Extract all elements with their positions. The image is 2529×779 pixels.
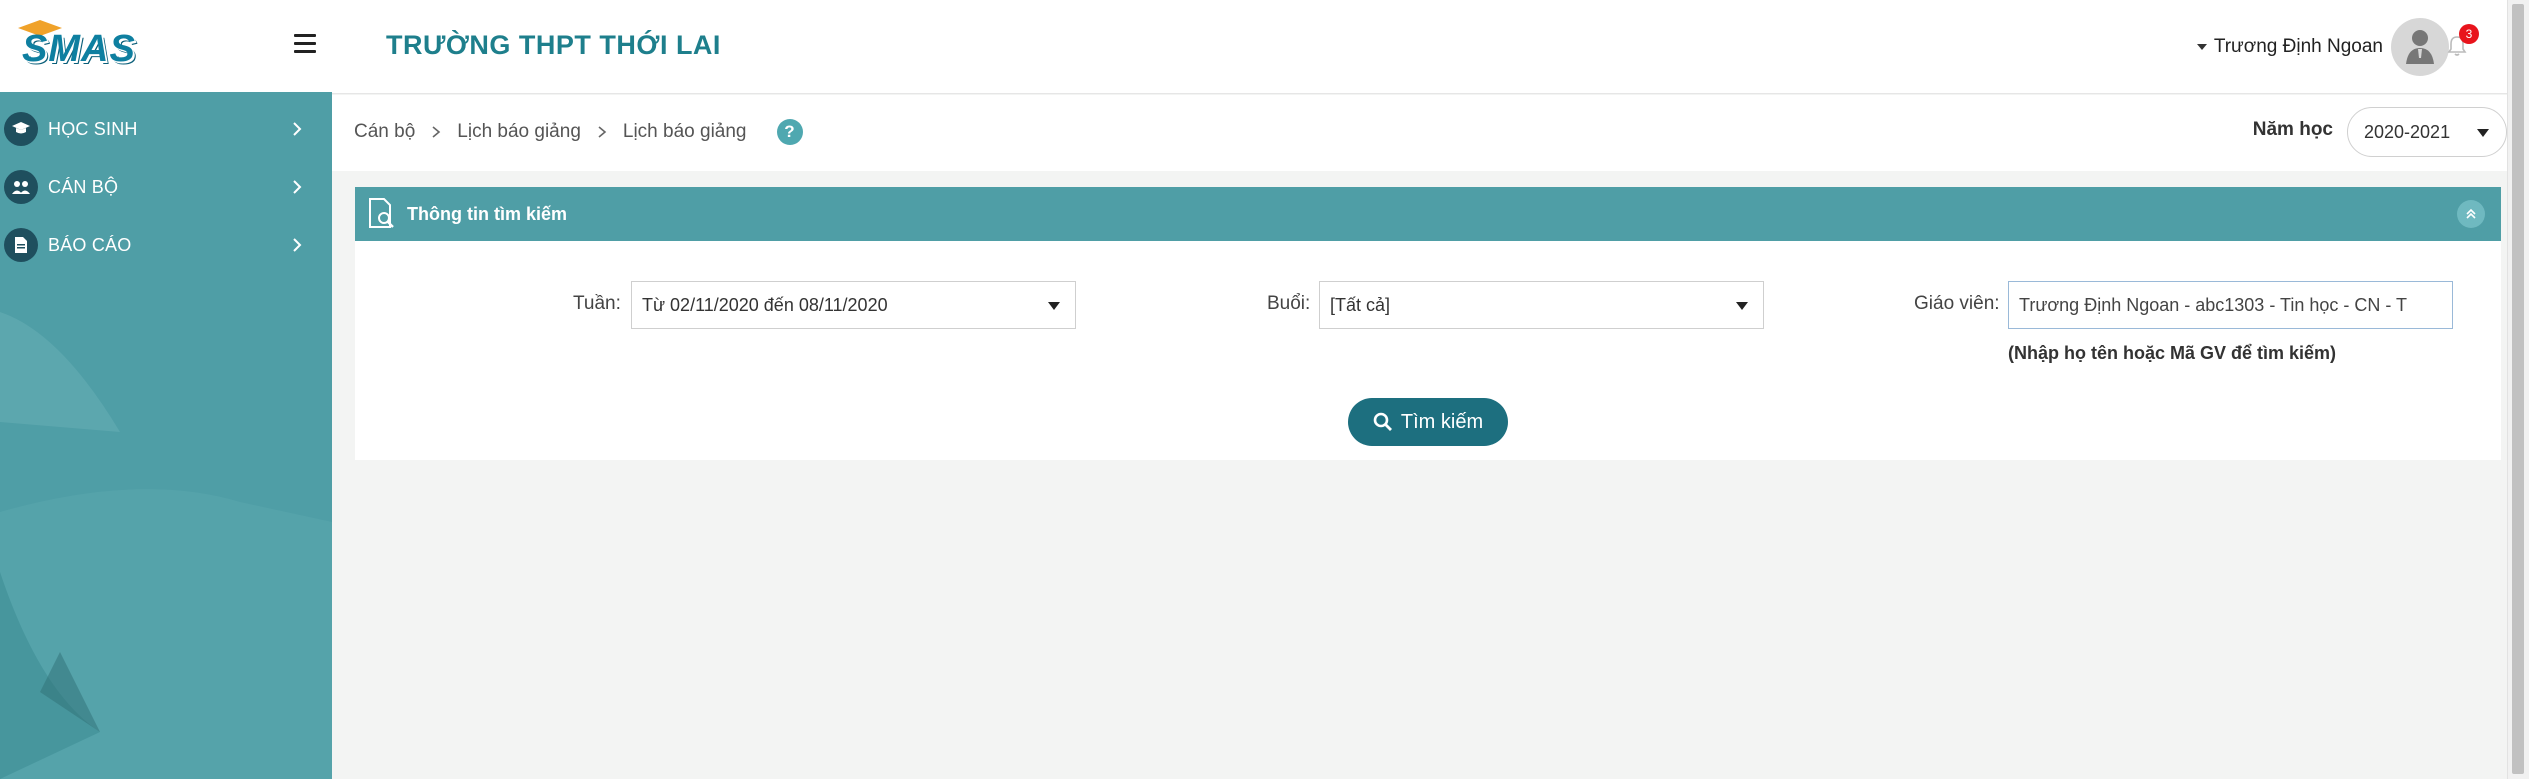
logo-area: SMAS [0, 0, 332, 92]
breadcrumb-item-can-bo[interactable]: Cán bộ [354, 121, 415, 143]
school-year-label: Năm học [2252, 119, 2333, 140]
search-panel: Thông tin tìm kiếm Tuần: Từ 02/11/2020 đ… [355, 187, 2501, 460]
teacher-label: Giáo viên: [1914, 293, 2000, 314]
breadcrumb-item-lich-bao-giang[interactable]: Lịch báo giảng [457, 121, 581, 143]
user-name: Trương Định Ngoan [2213, 36, 2383, 57]
document-icon [4, 228, 38, 262]
chevron-right-icon [293, 180, 302, 194]
chevron-right-icon [293, 238, 302, 252]
school-title: TRƯỜNG THPT THỚI LAI [386, 30, 721, 60]
search-button[interactable]: Tìm kiếm [1348, 398, 1508, 446]
graduation-cap-icon [4, 112, 38, 146]
logo-text[interactable]: SMAS [22, 30, 136, 68]
breadcrumb: Cán bộ Lịch báo giảng Lịch báo giảng ? [354, 119, 803, 145]
user-silhouette-icon [2406, 30, 2434, 64]
avatar[interactable] [2391, 18, 2449, 76]
sidebar: SMAS HỌC SINH CÁN BỘ BÁO CÁO [0, 0, 332, 779]
scrollbar-thumb[interactable] [2512, 4, 2524, 774]
search-button-label: Tìm kiếm [1400, 410, 1484, 433]
collapse-button[interactable] [2457, 200, 2485, 228]
sidebar-item-can-bo[interactable]: CÁN BỘ [0, 158, 332, 216]
caret-down-icon [1048, 302, 1060, 310]
teacher-search-hint: (Nhập họ tên hoặc Mã GV để tìm kiếm) [2008, 343, 2337, 363]
help-icon[interactable]: ? [776, 119, 803, 145]
session-select-value: [Tất cả] [1330, 294, 1391, 315]
top-header: TRƯỜNG THPT THỚI LAI Trương Định Ngoan 3 [332, 0, 2529, 94]
chevron-right-icon [598, 126, 607, 138]
sidebar-item-label: HỌC SINH [48, 118, 138, 139]
caret-down-icon [2196, 44, 2207, 50]
search-panel-title: Thông tin tìm kiếm [407, 204, 567, 224]
sidebar-item-bao-cao[interactable]: BÁO CÁO [0, 216, 332, 274]
chevron-right-icon [293, 122, 302, 136]
week-select[interactable]: Từ 02/11/2020 đến 08/11/2020 [631, 281, 1076, 329]
users-icon [4, 170, 38, 204]
session-select[interactable]: [Tất cả] [1319, 281, 1764, 329]
search-icon [1373, 412, 1392, 431]
page-scrollbar[interactable] [2507, 0, 2529, 779]
menu-toggle-icon[interactable] [294, 34, 316, 54]
sidebar-item-label: BÁO CÁO [48, 234, 132, 255]
caret-down-icon [1736, 302, 1748, 310]
notification-badge: 3 [2459, 24, 2479, 44]
sidebar-item-hoc-sinh[interactable]: HỌC SINH [0, 100, 332, 158]
chevron-right-icon [432, 126, 441, 138]
school-year-value: 2020-2021 [2364, 121, 2451, 142]
document-search-icon [369, 198, 394, 228]
school-year-select[interactable]: 2020-2021 [2347, 107, 2507, 157]
breadcrumb-bar: Cán bộ Lịch báo giảng Lịch báo giảng ? N… [332, 95, 2507, 171]
session-label: Buổi: [1267, 293, 1311, 314]
user-menu[interactable]: Trương Định Ngoan [2196, 18, 2449, 76]
double-chevron-up-icon [2466, 208, 2476, 219]
sidebar-menu: HỌC SINH CÁN BỘ BÁO CÁO [0, 100, 332, 274]
week-select-value: Từ 02/11/2020 đến 08/11/2020 [642, 294, 888, 315]
breadcrumb-item-current: Lịch báo giảng [622, 121, 747, 142]
week-label: Tuần: [573, 293, 621, 314]
caret-down-icon [2477, 129, 2489, 137]
search-panel-header: Thông tin tìm kiếm [355, 187, 2501, 241]
sidebar-item-label: CÁN BỘ [48, 176, 119, 197]
teacher-search-input[interactable] [2008, 281, 2453, 329]
